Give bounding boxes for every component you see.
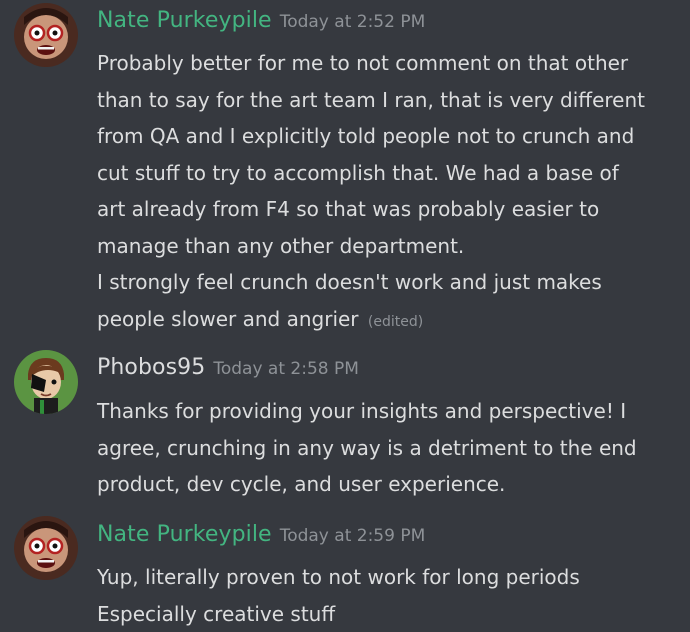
user-avatar[interactable] (14, 3, 78, 67)
message-content: Yup, literally proven to not work for lo… (97, 559, 687, 632)
message-line: manage than any other department. (97, 228, 687, 265)
message-line: Probably better for me to not comment on… (97, 45, 687, 82)
message-line: agree, crunching in any way is a detrime… (97, 430, 687, 467)
message-line: cut stuff to try to accomplish that. We … (97, 155, 687, 192)
message-header: Nate Purkeypile Today at 2:52 PM (97, 8, 425, 33)
message-header: Phobos95 Today at 2:58 PM (97, 355, 359, 380)
username[interactable]: Nate Purkeypile (97, 522, 272, 547)
message-line-text: people slower and angrier (97, 307, 359, 331)
message-content: Probably better for me to not comment on… (97, 45, 687, 340)
message-line: Yup, literally proven to not work for lo… (97, 559, 687, 596)
timestamp[interactable]: Today at 2:58 PM (213, 359, 359, 379)
message-header: Nate Purkeypile Today at 2:59 PM (97, 522, 425, 547)
message-content: Thanks for providing your insights and p… (97, 393, 687, 503)
message-line: than to say for the art team I ran, that… (97, 82, 687, 119)
user-avatar[interactable] (14, 350, 78, 414)
user-avatar[interactable] (14, 516, 78, 580)
message-line: Thanks for providing your insights and p… (97, 393, 687, 430)
message-line: I strongly feel crunch doesn't work and … (97, 264, 687, 301)
message-line: art already from F4 so that was probably… (97, 191, 687, 228)
message-line: Especially creative stuff (97, 596, 687, 632)
message-line: product, dev cycle, and user experience. (97, 466, 687, 503)
edited-indicator: (edited) (368, 314, 423, 330)
message-line: from QA and I explicitly told people not… (97, 118, 687, 155)
timestamp[interactable]: Today at 2:52 PM (280, 12, 426, 32)
message-line: people slower and angrier (edited) (97, 301, 687, 341)
timestamp[interactable]: Today at 2:59 PM (280, 526, 426, 546)
username[interactable]: Nate Purkeypile (97, 8, 272, 33)
username[interactable]: Phobos95 (97, 355, 205, 380)
